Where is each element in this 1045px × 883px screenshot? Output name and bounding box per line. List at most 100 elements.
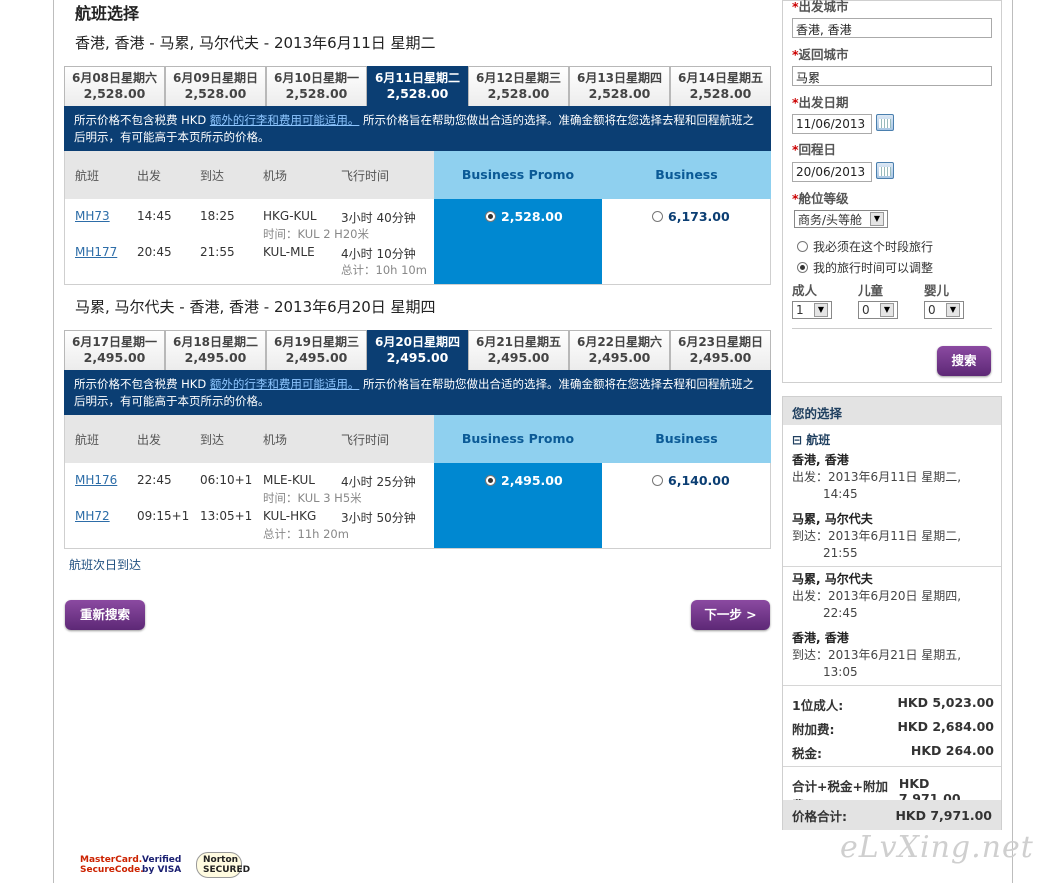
baggage-fees-link[interactable]: 额外的行李和费用可能适用。 xyxy=(210,377,360,391)
airport-pair: KUL-MLE xyxy=(263,245,315,259)
fare-label: 税金: xyxy=(792,746,822,761)
search-button[interactable]: 搜索 xyxy=(937,346,991,376)
infant-label: 婴儿 xyxy=(924,283,950,298)
leg-label: 到达： xyxy=(792,529,829,543)
inbound-date-tab-5[interactable]: 6月22日星期六 2,495.00 xyxy=(569,330,670,370)
fare-amount: HKD 2,684.00 xyxy=(897,719,994,734)
inbound-flight-table: 航班 出发 到达 机场 飞行时间 Business Promo Business… xyxy=(64,415,771,549)
promo-fare-radio[interactable]: 2,495.00 xyxy=(485,473,563,488)
stopover-info: 时间：KUL 3 H5米 xyxy=(263,491,362,505)
from-city-input[interactable]: 香港, 香港 xyxy=(792,18,992,38)
fare-amount: HKD 5,023.00 xyxy=(897,695,994,710)
return-city-label: *返回城市 xyxy=(792,47,849,62)
leg-time: 13:05 xyxy=(823,665,858,679)
date-label: 6月09日星期日 xyxy=(172,71,259,85)
outbound-date-tab-1[interactable]: 6月09日星期日 2,528.00 xyxy=(165,66,266,106)
leg-date: 2013年6月20日 星期四, xyxy=(828,589,962,603)
date-price: 2,528.00 xyxy=(588,86,651,101)
inbound-date-tab-6[interactable]: 6月23日星期日 2,495.00 xyxy=(670,330,771,370)
col-business-promo: Business Promo xyxy=(434,415,602,463)
section-label: 航班 xyxy=(806,433,831,447)
duration: 3小时 50分钟 xyxy=(341,511,416,525)
table-header: 航班 出发 到达 机场 飞行时间 Business Promo Business xyxy=(65,151,771,199)
adult-select[interactable]: 1 ▼ xyxy=(792,301,832,319)
return-date-label: *回程日 xyxy=(792,142,837,157)
chevron-down-icon: ▼ xyxy=(946,303,960,317)
outbound-date-tab-6[interactable]: 6月14日星期五 2,528.00 xyxy=(670,66,771,106)
fixed-dates-option[interactable]: 我必须在这个时段旅行 xyxy=(797,238,933,255)
cabin-class-select[interactable]: 商务/头等舱 ▼ xyxy=(794,210,888,228)
calendar-icon[interactable] xyxy=(876,162,894,179)
inbound-date-tab-0[interactable]: 6月17日星期一 2,495.00 xyxy=(64,330,165,370)
business-fare-radio[interactable]: 6,140.00 xyxy=(652,473,730,488)
inbound-route-title: 马累, 马尔代夫 - 香港, 香港 - 2013年6月20日 星期四 xyxy=(75,298,436,316)
outbound-date-tab-3[interactable]: 6月11日星期二 2,528.00 xyxy=(367,66,468,106)
inbound-date-tab-1[interactable]: 6月18日星期二 2,495.00 xyxy=(165,330,266,370)
research-button[interactable]: 重新搜索 xyxy=(65,600,145,630)
flights-section-toggle[interactable]: ⊟ 航班 xyxy=(792,432,830,449)
arrive-time: 18:25 xyxy=(200,209,235,223)
col-airport: 机场 xyxy=(263,169,288,183)
inbound-date-tab-4[interactable]: 6月21日星期五 2,495.00 xyxy=(468,330,569,370)
child-select[interactable]: 0 ▼ xyxy=(858,301,898,319)
outbound-date-bar: 6月08日星期六 2,528.00 6月09日星期日 2,528.00 6月10日星… xyxy=(64,66,771,106)
next-day-arrival-note: 航班次日到达 xyxy=(69,558,142,572)
outbound-date-tab-2[interactable]: 6月10日星期一 2,528.00 xyxy=(266,66,367,106)
date-label: 6月23日星期日 xyxy=(677,335,764,349)
arrive-time: 06:10+1 xyxy=(200,473,253,487)
outbound-date-tab-4[interactable]: 6月12日星期三 2,528.00 xyxy=(468,66,569,106)
date-label: 6月21日星期五 xyxy=(475,335,562,349)
table-header: 航班 出发 到达 机场 飞行时间 Business Promo Business xyxy=(65,415,771,463)
depart-time: 20:45 xyxy=(137,245,172,259)
infant-select[interactable]: 0 ▼ xyxy=(924,301,964,319)
divider xyxy=(783,766,1001,767)
promo-fare-radio[interactable]: 2,528.00 xyxy=(485,209,563,224)
duration: 4小时 10分钟 xyxy=(341,247,416,261)
date-label: 6月08日星期六 xyxy=(71,71,158,85)
from-city-label: *出发城市 xyxy=(792,0,849,14)
return-city-input[interactable]: 马累 xyxy=(792,66,992,86)
inbound-date-tab-2[interactable]: 6月19日星期三 2,495.00 xyxy=(266,330,367,370)
depart-date-input[interactable]: 11/06/2013 xyxy=(792,114,872,134)
fare-amount: HKD 264.00 xyxy=(910,743,994,758)
total-duration: 总计：10h 10m xyxy=(341,263,427,277)
outbound-route-title: 香港, 香港 - 马累, 马尔代夫 - 2013年6月11日 星期二 xyxy=(75,34,436,52)
date-price: 2,528.00 xyxy=(285,86,348,101)
infant-count: 0 xyxy=(928,303,936,317)
radio-selected-icon xyxy=(485,475,496,486)
business-fare-radio[interactable]: 6,173.00 xyxy=(652,209,730,224)
airport-pair: KUL-HKG xyxy=(263,509,317,523)
flexible-dates-option[interactable]: 我的旅行时间可以调整 xyxy=(797,259,933,276)
your-selection-panel: 您的选择 ⊟ 航班 香港, 香港 出发：2013年6月11日 星期二, 14:4… xyxy=(782,396,1002,830)
date-price: 2,495.00 xyxy=(588,350,651,365)
depart-time: 14:45 xyxy=(137,209,172,223)
col-business: Business xyxy=(602,415,771,463)
next-step-button[interactable]: 下一步 > xyxy=(691,600,770,630)
calendar-icon[interactable] xyxy=(876,114,894,131)
date-price: 2,528.00 xyxy=(83,86,146,101)
date-label: 6月11日星期二 xyxy=(374,71,461,85)
fare-label: 1位成人: xyxy=(792,698,844,713)
flight-number-link[interactable]: MH177 xyxy=(75,245,117,259)
price-total-bar: 价格合计: HKD 7,971.00 xyxy=(783,800,1001,830)
return-date-input[interactable]: 20/06/2013 xyxy=(792,162,872,182)
radio-selected-icon xyxy=(797,262,808,273)
flight-number-link[interactable]: MH72 xyxy=(75,509,110,523)
flight-number-link[interactable]: MH176 xyxy=(75,473,117,487)
flight-number-link[interactable]: MH73 xyxy=(75,209,110,223)
verified-by-visa-logo: Verified by VISA xyxy=(142,855,182,875)
arrive-time: 21:55 xyxy=(200,245,235,259)
date-label: 6月17日星期一 xyxy=(71,335,158,349)
baggage-fees-link[interactable]: 额外的行李和费用可能适用。 xyxy=(210,113,360,127)
outbound-date-tab-5[interactable]: 6月13日星期四 2,528.00 xyxy=(569,66,670,106)
radio-empty-icon xyxy=(652,475,663,486)
child-label: 儿童 xyxy=(858,283,884,298)
arrive-time: 13:05+1 xyxy=(200,509,253,523)
outbound-date-tab-0[interactable]: 6月08日星期六 2,528.00 xyxy=(64,66,165,106)
total-duration: 总计：11h 20m xyxy=(263,527,349,541)
inbound-date-tab-3[interactable]: 6月20日星期四 2,495.00 xyxy=(367,330,468,370)
date-price: 2,495.00 xyxy=(285,350,348,365)
option-label: 我的旅行时间可以调整 xyxy=(813,261,934,275)
option-label: 我必须在这个时段旅行 xyxy=(813,240,934,254)
surcharge-row: 附加费: HKD 2,684.00 xyxy=(792,719,994,738)
